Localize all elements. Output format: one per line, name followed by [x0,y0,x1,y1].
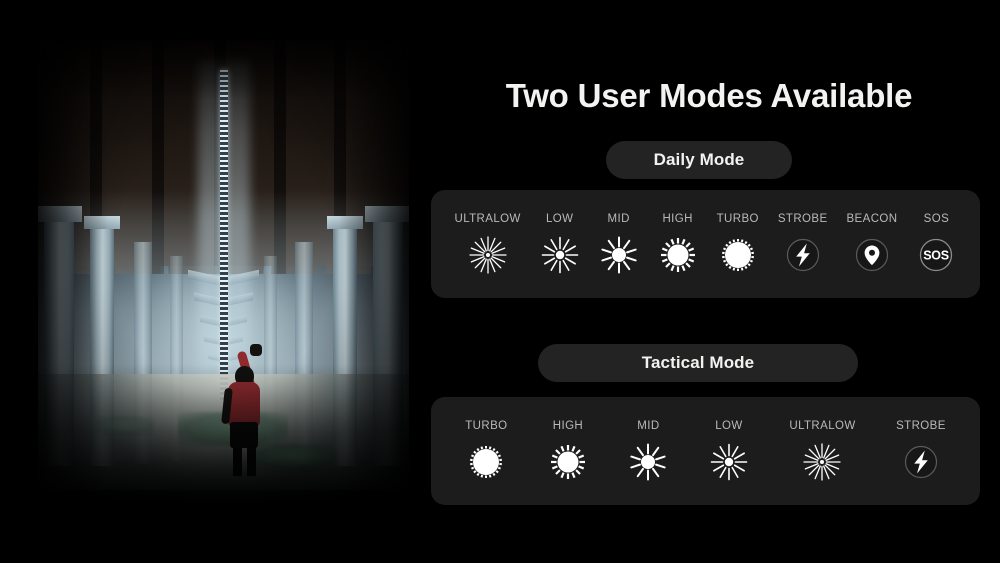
modes-section: Two User Modes Available Daily Mode ULTR… [418,0,1000,563]
mode-item-low[interactable]: LOW [540,213,580,275]
sunburst-mid-icon [628,442,668,482]
lightning-bolt-icon [783,235,823,275]
mode-label: LOW [546,213,574,225]
daily-mode-label: Daily Mode [653,150,745,169]
daily-mode-pill[interactable]: Daily Mode [606,141,792,179]
tactical-mode-pill[interactable]: Tactical Mode [538,344,858,382]
mode-label: MID [637,420,660,432]
mode-label: HIGH [662,213,693,225]
mode-label: BEACON [846,213,898,225]
mode-item-high[interactable]: HIGH [548,420,588,482]
mode-label: ULTRALOW [789,420,856,432]
sunburst-low-icon [709,442,749,482]
page-title: Two User Modes Available [505,77,913,114]
location-pin-icon [852,235,892,275]
tactical-mode-card: TURBO HIGH MID LOW ULTRALOW STROBE [431,397,980,505]
svg-text:SOS: SOS [924,249,950,263]
tactical-mode-label: Tactical Mode [641,353,755,372]
mode-label: STROBE [777,213,828,225]
mode-item-mid[interactable]: MID [628,420,668,482]
photo-bottom-fade [38,364,409,524]
mode-item-sos[interactable]: SOS SOS [916,213,956,275]
mode-item-beacon[interactable]: BEACON [846,213,897,275]
mode-label: TURBO [716,213,759,225]
mode-item-ultralow[interactable]: ULTRALOW [789,420,855,482]
photo-canvas [38,40,409,524]
mode-item-high[interactable]: HIGH [658,213,698,275]
mode-label: LOW [715,420,743,432]
mode-item-turbo[interactable]: TURBO [465,420,507,482]
mode-item-ultralow[interactable]: ULTRALOW [454,213,520,275]
lightning-bolt-icon [901,442,941,482]
sunburst-low-icon [540,235,580,275]
mode-label: SOS [923,213,950,225]
mode-label: HIGH [552,420,584,432]
sunburst-high-icon [658,235,698,275]
promo-slide: Two User Modes Available Daily Mode ULTR… [0,0,1000,563]
tactical-mode-row: TURBO HIGH MID LOW ULTRALOW STROBE [431,397,980,505]
sos-icon: SOS [916,235,956,275]
mode-label: MID [607,213,630,225]
mode-label: ULTRALOW [454,213,521,225]
mode-item-strobe[interactable]: STROBE [778,213,828,275]
sunburst-turbo-icon [466,442,506,482]
product-lifestyle-photo [38,40,409,524]
sunburst-ultralow-icon [802,442,842,482]
mode-label: STROBE [896,420,946,432]
sunburst-mid-icon [599,235,639,275]
mode-item-low[interactable]: LOW [709,420,749,482]
sunburst-ultralow-icon [468,235,508,275]
sunburst-turbo-icon [718,235,758,275]
mode-item-turbo[interactable]: TURBO [717,213,759,275]
sunburst-high-icon [548,442,588,482]
mode-label: TURBO [465,420,508,432]
mode-item-mid[interactable]: MID [599,213,639,275]
daily-mode-row: ULTRALOW LOW MID HIGH TURBO STROBE BEACON SOS SO… [431,190,980,298]
mode-item-strobe[interactable]: STROBE [896,420,946,482]
daily-mode-card: ULTRALOW LOW MID HIGH TURBO STROBE BEACON SOS SO… [431,190,980,298]
